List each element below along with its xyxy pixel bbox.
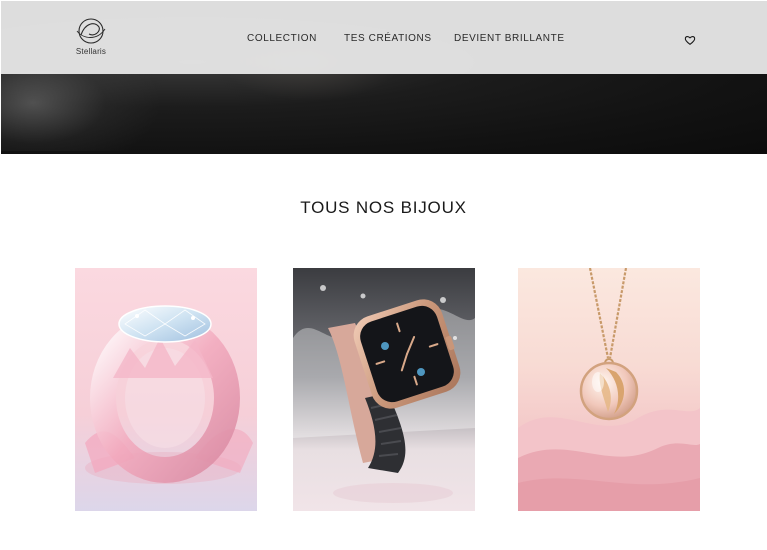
brand-logo[interactable]: Stellaris (71, 17, 111, 61)
heart-icon[interactable] (684, 34, 696, 46)
nav-item-devient-brillante[interactable]: DEVIENT BRILLANTE (454, 33, 565, 44)
site-header: Stellaris COLLECTION TES CRÉATIONS DEVIE… (1, 1, 767, 74)
product-card-watch[interactable] (293, 268, 475, 511)
watch-image (293, 268, 475, 511)
nav-item-tes-creations[interactable]: TES CRÉATIONS (344, 33, 432, 44)
necklace-image (518, 268, 700, 511)
nav-item-collection[interactable]: COLLECTION (247, 33, 317, 44)
section-title: TOUS NOS BIJOUX (300, 198, 467, 217)
brand-name: Stellaris (75, 47, 107, 56)
stellaris-logo-icon (76, 18, 106, 44)
product-card-necklace[interactable] (518, 268, 700, 511)
product-card-ring[interactable] (75, 268, 257, 511)
ring-image (75, 268, 257, 511)
